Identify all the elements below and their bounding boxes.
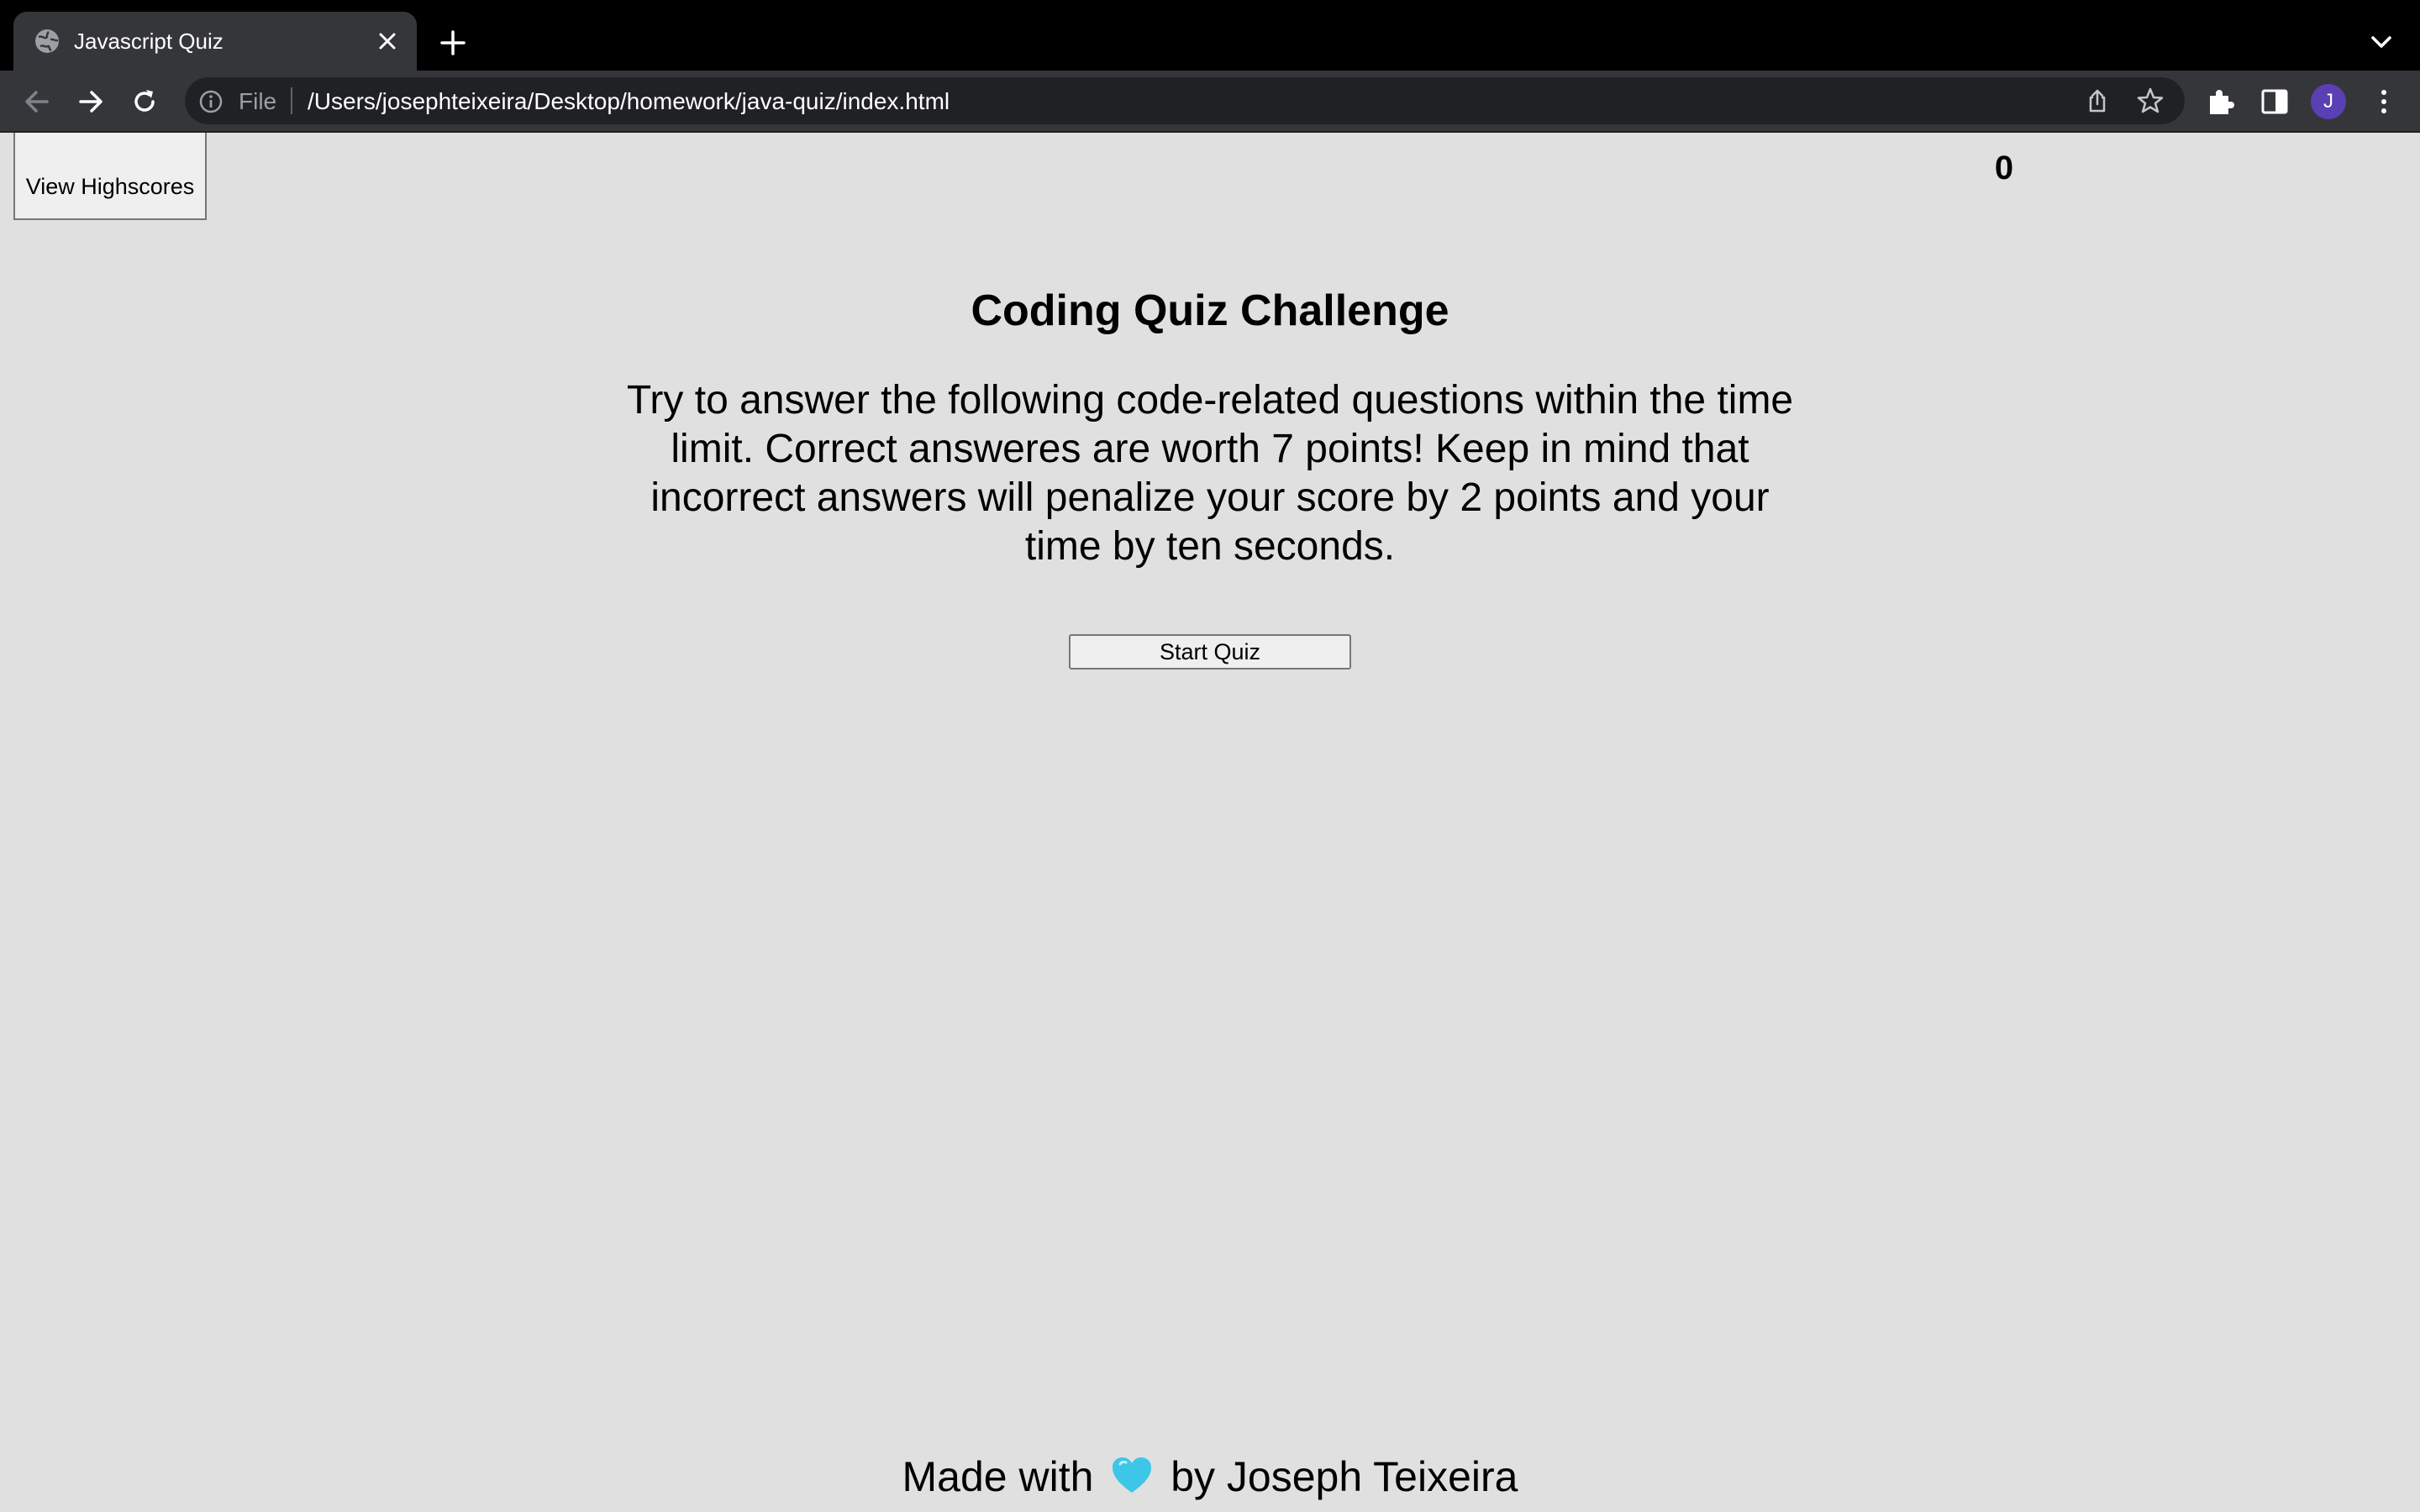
star-icon[interactable] bbox=[2136, 87, 2165, 115]
extensions-puzzle-icon[interactable] bbox=[2205, 86, 2237, 118]
url-text[interactable]: /Users/josephteixeira/Desktop/homework/j… bbox=[308, 88, 950, 115]
tab-title: Javascript Quiz bbox=[74, 29, 224, 54]
info-icon[interactable] bbox=[198, 89, 224, 114]
url-scheme-label: File bbox=[239, 88, 277, 114]
globe-icon bbox=[35, 29, 59, 53]
footer-text-before: Made with bbox=[902, 1453, 1094, 1500]
timer-display: 0 bbox=[1994, 150, 2014, 186]
quiz-page: View Highscores 0 Coding Quiz Challenge … bbox=[0, 133, 2420, 1512]
profile-avatar[interactable]: J bbox=[2311, 84, 2346, 119]
more-menu-icon[interactable] bbox=[2368, 86, 2400, 118]
start-quiz-button[interactable]: Start Quiz bbox=[1069, 634, 1351, 669]
reload-icon[interactable] bbox=[128, 85, 161, 118]
view-highscores-button[interactable]: View Highscores bbox=[13, 133, 207, 220]
close-icon[interactable] bbox=[376, 30, 398, 52]
chevron-down-icon[interactable] bbox=[2368, 30, 2395, 54]
page-title: Coding Quiz Challenge bbox=[971, 286, 1449, 335]
tab-strip: Javascript Quiz bbox=[0, 0, 2420, 71]
new-tab-icon[interactable] bbox=[439, 29, 467, 57]
forward-arrow-icon[interactable] bbox=[74, 85, 108, 118]
footer-text-after: by Joseph Teixeira bbox=[1171, 1453, 1518, 1500]
share-icon[interactable] bbox=[2084, 87, 2111, 114]
heart-icon bbox=[1113, 1457, 1152, 1493]
tab-javascript-quiz[interactable]: Javascript Quiz bbox=[13, 12, 417, 71]
omnibox-divider bbox=[291, 87, 292, 114]
quiz-instructions: Try to answer the following code-related… bbox=[626, 378, 1794, 569]
browser-toolbar: File /Users/josephteixeira/Desktop/homew… bbox=[0, 71, 2420, 133]
address-bar[interactable]: File /Users/josephteixeira/Desktop/homew… bbox=[185, 77, 2185, 124]
footer: Made with by Joseph Teixeira bbox=[0, 1452, 2420, 1502]
side-panel-icon[interactable] bbox=[2259, 86, 2291, 118]
back-arrow-icon[interactable] bbox=[20, 85, 54, 118]
